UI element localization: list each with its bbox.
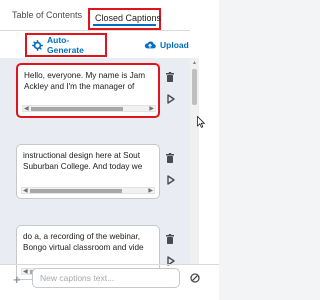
caption-text: do a, a recording of the webinar, Bongo … [23, 232, 144, 252]
caption-text: Hello, everyone. My name is Jam Ackley a… [24, 71, 146, 91]
upload-label: Upload [160, 40, 189, 50]
clear-icon[interactable] [190, 273, 200, 283]
footer-divider [0, 264, 219, 265]
scroll-left-icon[interactable]: ◀ [23, 186, 28, 197]
scroll-left-icon[interactable]: ◀ [23, 267, 28, 278]
cloud-upload-icon [144, 40, 156, 50]
closed-captions-panel: Table of Contents Closed Captions Auto-G… [0, 0, 219, 300]
caption-text: instructional design here at Sout Suburb… [23, 151, 143, 171]
scroll-left-icon[interactable]: ◀ [24, 104, 29, 115]
tab-bar: Table of Contents Closed Captions [0, 0, 190, 31]
auto-generate-button[interactable]: Auto-Generate [25, 33, 107, 57]
scroll-thumb[interactable] [30, 189, 122, 193]
vertical-scroll-thumb[interactable] [192, 69, 197, 105]
horizontal-scrollbar[interactable]: ◀ ▶ [22, 105, 156, 112]
trash-icon[interactable] [166, 153, 174, 163]
trash-icon[interactable] [166, 72, 174, 82]
trash-icon[interactable] [166, 234, 174, 244]
tab-divider [0, 30, 190, 31]
auto-generate-label: Auto-Generate [47, 35, 84, 55]
upload-button[interactable]: Upload [144, 33, 190, 57]
scroll-thumb[interactable] [31, 107, 123, 111]
new-caption-input[interactable] [32, 268, 180, 288]
caption-item: Hello, everyone. My name is Jam Ackley a… [0, 58, 190, 124]
tab-closed-captions[interactable]: Closed Captions [88, 8, 161, 30]
play-icon[interactable] [167, 94, 175, 104]
horizontal-scrollbar[interactable]: ◀ ▶ [21, 187, 155, 194]
scroll-up-icon[interactable]: ▲ [192, 60, 197, 66]
captions-list: Hello, everyone. My name is Jam Ackley a… [0, 58, 190, 280]
tab-table-of-contents[interactable]: Table of Contents [12, 10, 82, 20]
mouse-cursor-icon [197, 115, 206, 128]
gear-sparkle-icon [32, 39, 43, 51]
vertical-scrollbar[interactable]: ▲ [190, 58, 199, 264]
add-caption-button[interactable]: + [13, 272, 21, 287]
caption-text-field[interactable]: instructional design here at Sout Suburb… [16, 144, 160, 199]
scroll-right-icon[interactable]: ▶ [148, 186, 153, 197]
play-icon[interactable] [167, 175, 175, 185]
caption-text-field[interactable]: Hello, everyone. My name is Jam Ackley a… [16, 63, 160, 118]
scroll-right-icon[interactable]: ▶ [149, 104, 154, 115]
caption-item: instructional design here at Sout Suburb… [0, 139, 190, 205]
